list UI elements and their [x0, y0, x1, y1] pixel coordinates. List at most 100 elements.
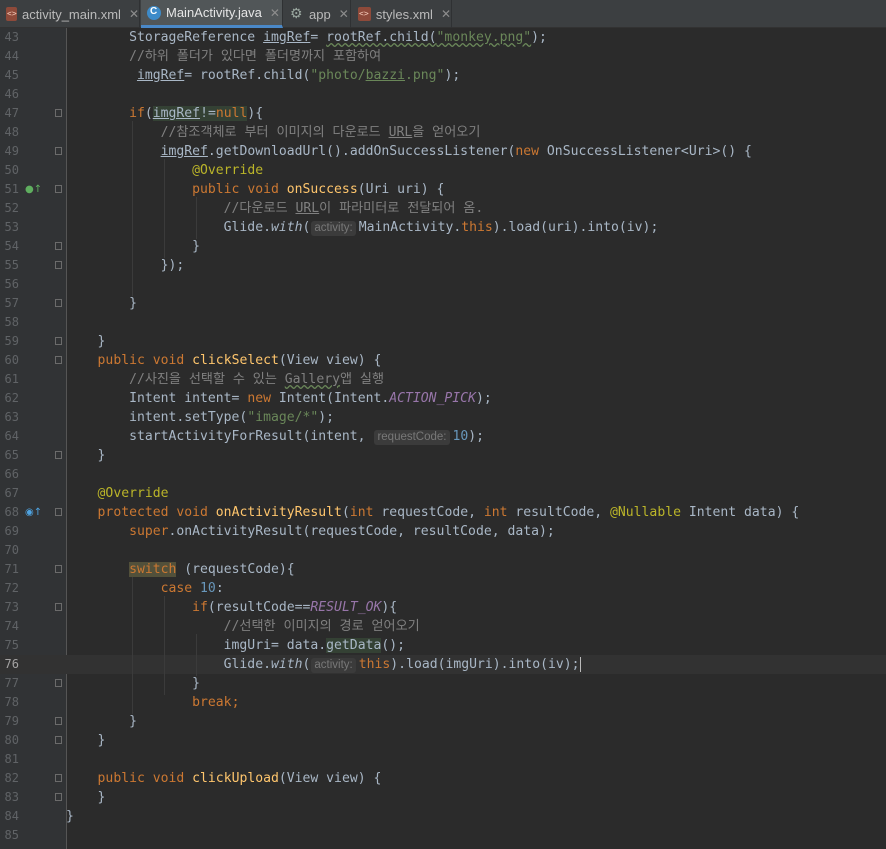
code-text[interactable]: imgRef.getDownloadUrl().addOnSuccessList…: [66, 142, 752, 161]
code-text[interactable]: switch (requestCode){: [66, 560, 295, 579]
fold-marker-icon[interactable]: [55, 185, 62, 193]
fold-marker-icon[interactable]: [55, 565, 62, 573]
code-text[interactable]: }: [66, 712, 137, 731]
tab-activity-main-xml[interactable]: activity_main.xml ✕: [0, 0, 140, 28]
code-text[interactable]: imgUri= data.getData();: [66, 636, 405, 655]
code-text[interactable]: case 10:: [66, 579, 224, 598]
code-text[interactable]: //선택한 이미지의 경로 얻어오기: [66, 617, 420, 636]
code-text[interactable]: if(imgRef!=null){: [66, 104, 263, 123]
code-line[interactable]: 57 }: [0, 294, 886, 313]
close-icon[interactable]: ✕: [441, 7, 451, 21]
fold-marker-icon[interactable]: [55, 793, 62, 801]
close-icon[interactable]: ✕: [270, 6, 280, 20]
code-text[interactable]: public void onSuccess(Uri uri) {: [66, 180, 444, 199]
code-text[interactable]: //참조객체로 부터 이미지의 다운로드 URL을 얻어오기: [66, 123, 481, 142]
code-line[interactable]: 65 }: [0, 446, 886, 465]
fold-marker-icon[interactable]: [55, 356, 62, 364]
code-token: imgRef: [263, 30, 311, 45]
fold-marker-icon[interactable]: [55, 508, 62, 516]
tab-main-activity-java[interactable]: MainActivity.java ✕: [141, 0, 283, 28]
code-line[interactable]: 83 }: [0, 788, 886, 807]
close-icon[interactable]: ✕: [339, 7, 349, 21]
override-gutter-icon[interactable]: ●↑: [25, 183, 42, 196]
fold-marker-icon[interactable]: [55, 603, 62, 611]
fold-marker-icon[interactable]: [55, 299, 62, 307]
line-number: 55: [4, 258, 19, 272]
code-text[interactable]: //사진을 선택할 수 있는 Gallery앱 실행: [66, 370, 384, 389]
fold-marker-icon[interactable]: [55, 147, 62, 155]
close-icon[interactable]: ✕: [129, 7, 139, 21]
code-text[interactable]: Glide.with(activity: this).load(imgUri).i…: [66, 655, 581, 674]
code-token: this: [358, 657, 391, 672]
code-token: this: [461, 220, 493, 235]
code-text[interactable]: Intent intent= new Intent(Intent.ACTION_…: [66, 389, 492, 408]
code-line[interactable]: 44 //하위 폴더가 있다면 폴더명까지 포함하여: [0, 47, 886, 66]
fold-marker-icon[interactable]: [55, 679, 62, 687]
code-token: }: [66, 448, 106, 463]
fold-marker-icon[interactable]: [55, 337, 62, 345]
fold-marker-icon[interactable]: [55, 242, 62, 250]
code-line[interactable]: 62 Intent intent= new Intent(Intent.ACTI…: [0, 389, 886, 408]
code-text[interactable]: if(resultCode==RESULT_OK){: [66, 598, 397, 617]
fold-marker-icon[interactable]: [55, 261, 62, 269]
code-line[interactable]: 61 //사진을 선택할 수 있는 Gallery앱 실행: [0, 370, 886, 389]
xml-file-icon: [358, 7, 371, 21]
code-line[interactable]: 79 }: [0, 712, 886, 731]
code-line[interactable]: 81: [0, 750, 886, 769]
code-line[interactable]: 70: [0, 541, 886, 560]
code-line[interactable]: 82 public void clickUpload(View view) {: [0, 769, 886, 788]
code-text[interactable]: intent.setType("image/*");: [66, 408, 334, 427]
code-line[interactable]: 84}: [0, 807, 886, 826]
code-line[interactable]: 59 }: [0, 332, 886, 351]
fold-marker-icon[interactable]: [55, 736, 62, 744]
override-debug-gutter-icon[interactable]: ◉↑: [25, 506, 42, 519]
code-text[interactable]: }: [66, 332, 106, 351]
code-line[interactable]: 60 public void clickSelect(View view) {: [0, 351, 886, 370]
code-line[interactable]: 58: [0, 313, 886, 332]
code-text[interactable]: }: [66, 446, 106, 465]
code-text[interactable]: public void clickSelect(View view) {: [66, 351, 382, 370]
code-text[interactable]: }: [66, 294, 137, 313]
code-line[interactable]: 63 intent.setType("image/*");: [0, 408, 886, 427]
code-text[interactable]: protected void onActivityResult(int requ…: [66, 503, 800, 522]
code-text[interactable]: break;: [66, 693, 239, 712]
fold-marker-icon[interactable]: [55, 109, 62, 117]
code-line[interactable]: 43 StorageReference imgRef= rootRef.chil…: [0, 28, 886, 47]
code-text[interactable]: }: [66, 731, 106, 750]
code-text[interactable]: @Override: [66, 484, 169, 503]
code-text[interactable]: super.onActivityResult(requestCode, resu…: [66, 522, 555, 541]
code-text[interactable]: }: [66, 674, 200, 693]
code-text[interactable]: });: [66, 256, 185, 275]
code-text[interactable]: //하위 폴더가 있다면 폴더명까지 포함하여: [66, 47, 381, 66]
code-text[interactable]: imgRef= rootRef.child("photo/bazzi.png")…: [66, 66, 460, 85]
code-line[interactable]: 66: [0, 465, 886, 484]
code-text[interactable]: startActivityForResult(intent, requestCo…: [66, 427, 484, 446]
code-line[interactable]: 69 super.onActivityResult(requestCode, r…: [0, 522, 886, 541]
fold-marker-icon[interactable]: [55, 774, 62, 782]
code-text[interactable]: Glide.with(activity: MainActivity.this).l…: [66, 218, 658, 237]
indent-guide: [132, 121, 133, 296]
code-text[interactable]: }: [66, 807, 74, 826]
code-line[interactable]: 45 imgRef= rootRef.child("photo/bazzi.pn…: [0, 66, 886, 85]
fold-marker-icon[interactable]: [55, 717, 62, 725]
code-text[interactable]: StorageReference imgRef= rootRef.child("…: [66, 28, 547, 47]
tab-app[interactable]: app ✕: [284, 0, 351, 28]
fold-marker-icon[interactable]: [55, 451, 62, 459]
code-line[interactable]: 68 ◉↑ protected void onActivityResult(int…: [0, 503, 886, 522]
code-line[interactable]: 64 startActivityForResult(intent, reques…: [0, 427, 886, 446]
code-line[interactable]: 80 }: [0, 731, 886, 750]
code-token: //다운로드: [66, 201, 296, 216]
code-text[interactable]: }: [66, 788, 106, 807]
code-line[interactable]: 67 @Override: [0, 484, 886, 503]
code-line[interactable]: 46: [0, 85, 886, 104]
code-line[interactable]: 85: [0, 826, 886, 845]
code-text[interactable]: public void clickUpload(View view) {: [66, 769, 382, 788]
code-text[interactable]: }: [66, 237, 200, 256]
tab-styles-xml[interactable]: styles.xml ✕: [352, 0, 452, 28]
code-token: :: [215, 581, 224, 596]
code-token: startActivityForResult(intent,: [66, 429, 374, 444]
code-text[interactable]: //다운로드 URL이 파라미터로 전달되어 옴.: [66, 199, 484, 218]
code-token: new: [515, 144, 547, 159]
code-editor[interactable]: 43 StorageReference imgRef= rootRef.chil…: [0, 28, 886, 849]
